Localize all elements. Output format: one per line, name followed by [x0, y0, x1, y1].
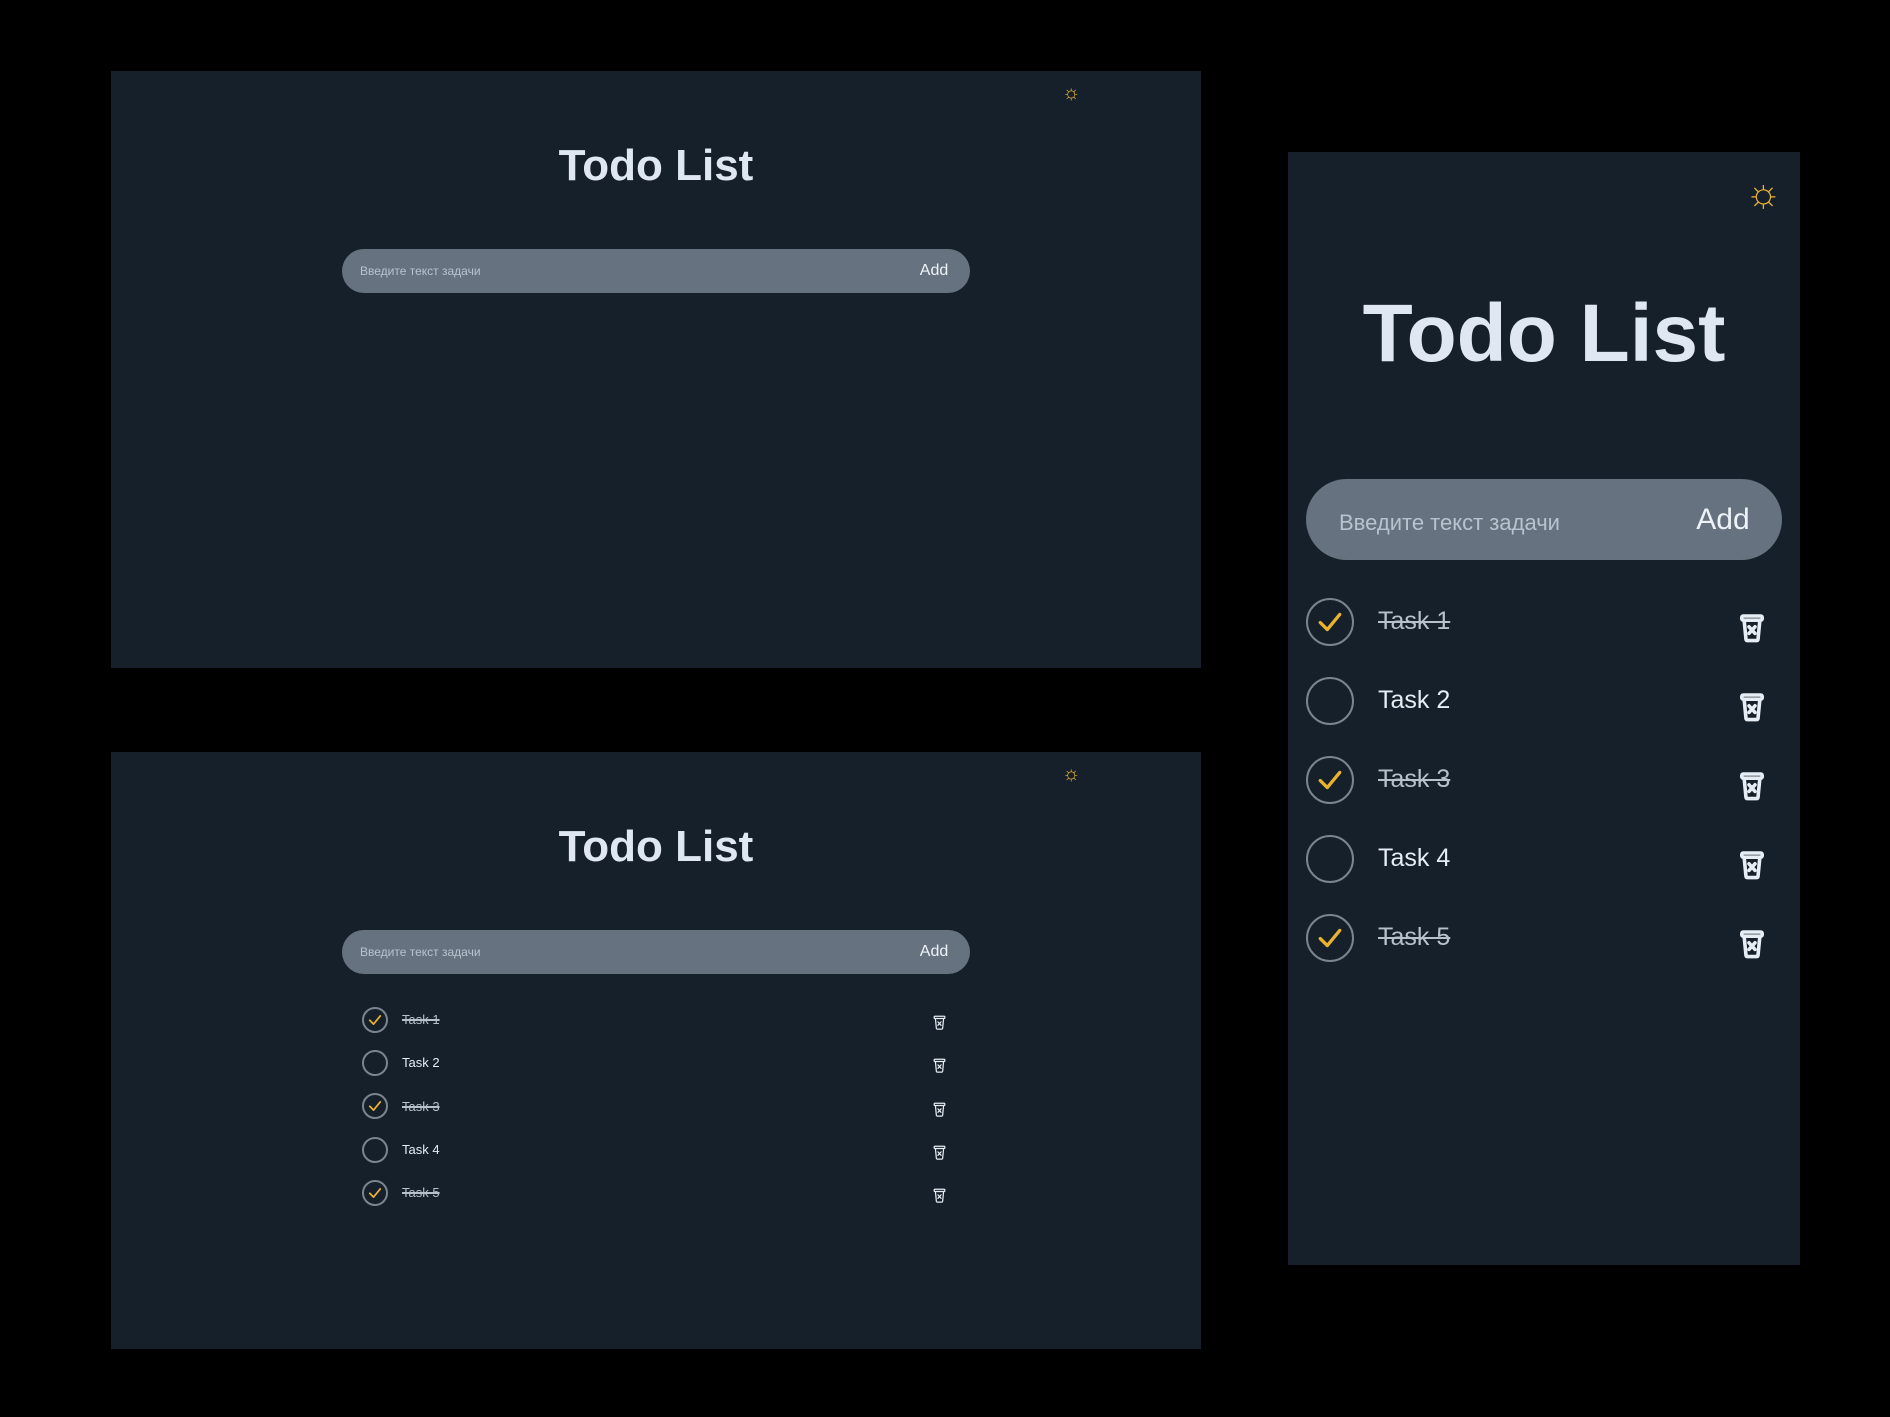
checkmark-icon	[368, 1101, 382, 1112]
delete-task-button[interactable]	[1740, 692, 1764, 722]
unchecked-checkbox[interactable]	[1306, 834, 1354, 883]
sun-icon[interactable]: ☼	[1062, 83, 1080, 103]
unchecked-checkbox[interactable]	[1306, 676, 1354, 725]
task-list: Task 1 Task 2 Task 3 Task 4 Task 5	[1306, 582, 1782, 977]
trash-icon	[933, 1059, 946, 1074]
task-input-bar: Add	[1306, 479, 1782, 560]
task-item: Task 4	[362, 1128, 960, 1171]
task-label: Task 4	[1378, 844, 1451, 872]
checked-checkbox[interactable]	[362, 1179, 388, 1206]
task-label: Task 2	[402, 1055, 440, 1071]
trash-icon	[1740, 771, 1764, 800]
sun-icon[interactable]: ☼	[1745, 173, 1782, 213]
task-input[interactable]	[1306, 479, 1686, 560]
checked-checkbox[interactable]	[362, 1006, 388, 1033]
delete-task-button[interactable]	[933, 1102, 946, 1117]
task-item: Task 1	[362, 998, 960, 1041]
delete-task-button[interactable]	[1740, 929, 1764, 959]
task-input[interactable]	[342, 930, 882, 974]
task-item: Task 4	[1306, 819, 1782, 898]
checkmark-icon	[1318, 612, 1342, 631]
trash-icon	[1740, 850, 1764, 879]
task-list: Task 1 Task 2 Task 3 Task 4 Task 5	[362, 998, 960, 1214]
delete-task-button[interactable]	[933, 1015, 946, 1030]
checked-checkbox[interactable]	[362, 1093, 388, 1120]
checkmark-icon	[368, 1014, 382, 1025]
page-title: Todo List	[558, 141, 754, 190]
unchecked-checkbox[interactable]	[362, 1049, 388, 1076]
trash-icon	[933, 1102, 946, 1117]
task-item: Task 5	[362, 1171, 960, 1214]
task-item: Task 1	[1306, 582, 1782, 661]
trash-icon	[933, 1188, 946, 1204]
checked-checkbox[interactable]	[1306, 597, 1354, 646]
task-label: Task 5	[1378, 923, 1451, 951]
screen-desktop-with-tasks: ☼ Todo List Add Task 1 Task 2 Task 3 Task 4…	[111, 752, 1201, 1349]
task-input-bar: Add	[342, 930, 970, 974]
task-input-bar: Add	[342, 249, 970, 293]
task-item: Task 3	[1306, 740, 1782, 819]
task-label: Task 4	[402, 1142, 440, 1158]
add-button[interactable]: Add	[912, 930, 956, 974]
delete-task-button[interactable]	[1740, 771, 1764, 801]
delete-task-button[interactable]	[1740, 613, 1764, 643]
trash-icon	[933, 1015, 946, 1030]
task-label: Task 3	[1378, 765, 1451, 793]
task-label: Task 2	[1378, 686, 1451, 714]
delete-task-button[interactable]	[933, 1145, 946, 1160]
task-label: Task 3	[402, 1098, 440, 1114]
task-item: Task 2	[362, 1041, 960, 1084]
checkmark-icon	[1318, 928, 1342, 947]
delete-task-button[interactable]	[1740, 850, 1764, 880]
trash-icon	[933, 1145, 946, 1160]
screen-desktop-empty: ☼ Todo List Add	[111, 71, 1201, 668]
trash-icon	[1740, 613, 1764, 642]
page-title: Todo List	[558, 822, 754, 871]
trash-icon	[1740, 692, 1764, 721]
checked-checkbox[interactable]	[1306, 913, 1354, 962]
task-item: Task 2	[1306, 661, 1782, 740]
screen-mobile-with-tasks: ☼ Todo List Add Task 1 Task 2 Task 3 Task 4…	[1288, 152, 1800, 1265]
task-label: Task 1	[1378, 607, 1451, 635]
sun-icon[interactable]: ☼	[1062, 764, 1080, 784]
task-input[interactable]	[342, 249, 882, 293]
page-title: Todo List	[1362, 288, 1726, 379]
checked-checkbox[interactable]	[1306, 755, 1354, 804]
checkmark-icon	[368, 1187, 382, 1198]
task-item: Task 3	[362, 1085, 960, 1128]
unchecked-checkbox[interactable]	[362, 1136, 388, 1163]
add-button[interactable]: Add	[1694, 479, 1752, 560]
trash-icon	[1740, 929, 1764, 958]
task-label: Task 5	[402, 1185, 440, 1201]
task-label: Task 1	[402, 1012, 440, 1028]
delete-task-button[interactable]	[933, 1188, 946, 1204]
delete-task-button[interactable]	[933, 1058, 946, 1074]
checkmark-icon	[1318, 770, 1342, 789]
task-item: Task 5	[1306, 898, 1782, 977]
add-button[interactable]: Add	[912, 249, 956, 293]
